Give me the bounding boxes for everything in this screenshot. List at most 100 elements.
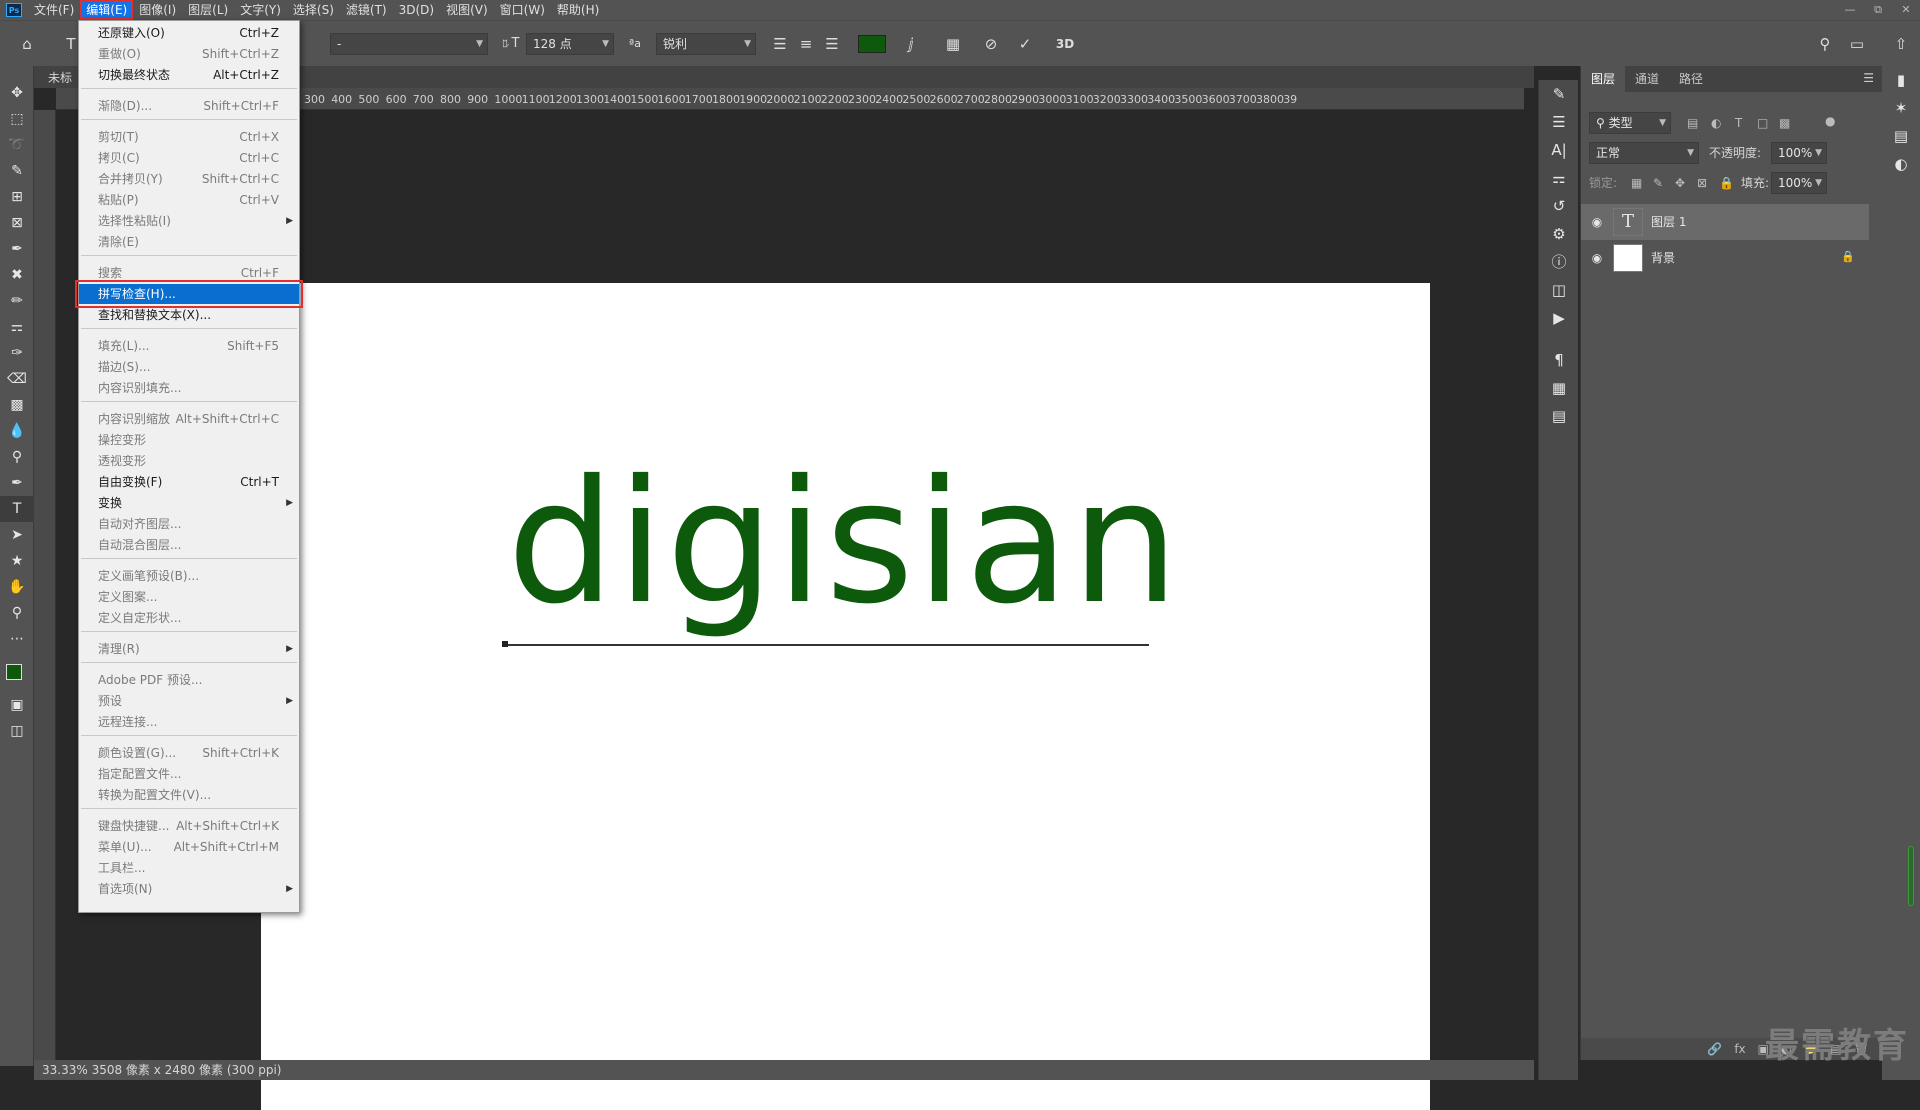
filter-toggle-icon[interactable]: ● [1825,110,1835,132]
menu-item[interactable]: 内容识别填充... [79,378,299,398]
foreground-color-swatch[interactable] [6,664,22,680]
filter-smart-object-icon[interactable]: ▩ [1779,112,1790,134]
menu-item[interactable]: 粘贴(P) Ctrl+V [79,190,299,210]
menu-item[interactable]: 首选项(N) ▶ [79,879,299,899]
document-canvas[interactable]: digisian [261,283,1430,1110]
libraries-icon[interactable]: ▤ [1882,122,1920,150]
hand-tool-icon[interactable]: ✋ [0,574,34,600]
screen-mode-icon[interactable]: ◫ [0,718,34,744]
panel-menu-icon[interactable]: ☰ [1863,71,1874,85]
restore-icon[interactable]: ⧉ [1864,0,1892,20]
color-picker[interactable] [0,652,34,692]
color-icon[interactable]: ◐ [1882,150,1920,178]
menu-4[interactable]: 文字(Y) [234,0,287,20]
fill-input[interactable]: 100% ▼ [1771,172,1827,194]
history-icon[interactable]: ↺ [1539,192,1579,220]
quick-mask-icon[interactable]: ▣ [0,692,34,718]
align-center-icon[interactable]: ≡ [795,33,817,55]
menu-item[interactable]: 搜索 Ctrl+F [79,263,299,283]
menu-item[interactable]: 还原键入(O) Ctrl+Z [79,23,299,43]
character-panel-icon[interactable]: ▦ [942,33,964,55]
menu-item[interactable]: 指定配置文件... [79,764,299,784]
3d-button[interactable]: 3D [1054,33,1076,55]
minimize-icon[interactable]: — [1836,0,1864,20]
panel-tab-0[interactable]: 图层 [1581,66,1626,92]
menu-item[interactable]: 定义画笔预设(B)... [79,566,299,586]
layer-style-icon[interactable]: fx [1734,1038,1745,1060]
commit-icon[interactable]: ✓ [1014,33,1036,55]
pen-tool-icon[interactable]: ✒ [0,470,34,496]
layer-name[interactable]: 图层 1 [1651,213,1686,230]
paragraph-icon[interactable]: ¶ [1539,346,1579,374]
layer-filter-select[interactable]: ⚲ 类型 ▼ [1589,112,1671,134]
filter-pixel-icon[interactable]: ▤ [1687,112,1698,134]
document-tab[interactable]: 未标 [48,69,72,86]
quick-selection-tool-icon[interactable]: ✎ [0,158,34,184]
zoom-tool-icon[interactable]: ⚲ [0,600,34,626]
menu-5[interactable]: 选择(S) [287,0,340,20]
menu-item[interactable]: 透视变形 [79,451,299,471]
menu-item[interactable]: 自动混合图层... [79,535,299,555]
dodge-tool-icon[interactable]: ⚲ [0,444,34,470]
eyedropper-tool-icon[interactable]: ✒ [0,236,34,262]
lock-image-icon[interactable]: ✎ [1653,172,1663,194]
marquee-tool-icon[interactable]: ⬚ [0,106,34,132]
menu-1[interactable]: 编辑(E) [80,0,134,20]
histogram-icon[interactable]: ▮ [1882,66,1920,94]
menu-0[interactable]: 文件(F) [28,0,80,20]
menu-item[interactable]: 合并拷贝(Y) Shift+Ctrl+C [79,169,299,189]
menu-item[interactable]: 颜色设置(G)... Shift+Ctrl+K [79,743,299,763]
antialias-select[interactable]: 锐利 ▼ [656,33,756,55]
filter-type-icon[interactable]: T [1735,112,1742,134]
frame-tool-icon[interactable]: ⊠ [0,210,34,236]
lock-artboard-icon[interactable]: ⊠ [1697,172,1707,194]
filter-shape-icon[interactable]: □ [1757,112,1768,134]
menu-item[interactable]: 拷贝(C) Ctrl+C [79,148,299,168]
lock-all-icon[interactable]: 🔒 [1719,172,1734,194]
character-icon[interactable]: A| [1539,136,1579,164]
menu-item[interactable]: 自由变换(F) Ctrl+T [79,472,299,492]
spell-check-menu-item[interactable]: 拼写检查(H)... [75,280,303,308]
panel-tab-2[interactable]: 路径 [1669,66,1713,92]
menu-item[interactable]: Adobe PDF 预设... [79,670,299,690]
brush-tool-icon[interactable]: ✏ [0,288,34,314]
path-selection-tool-icon[interactable]: ➤ [0,522,34,548]
menu-item[interactable]: 变换 ▶ [79,493,299,513]
menu-item[interactable]: 填充(L)... Shift+F5 [79,336,299,356]
menu-item[interactable]: 查找和替换文本(X)... [79,305,299,325]
move-tool-icon[interactable]: ✥ [0,80,34,106]
cancel-icon[interactable]: ⊘ [980,33,1002,55]
menu-9[interactable]: 窗口(W) [494,0,551,20]
home-icon[interactable]: ⌂ [16,33,38,55]
visibility-eye-icon[interactable]: ◉ [1589,214,1605,230]
menu-item[interactable]: 选择性粘贴(I) ▶ [79,211,299,231]
workspace-icon[interactable]: ▭ [1846,33,1868,55]
menu-item[interactable]: 剪切(T) Ctrl+X [79,127,299,147]
menu-item[interactable]: 内容识别缩放 Alt+Shift+Ctrl+C [79,409,299,429]
search-icon[interactable]: ⚲ [1814,33,1836,55]
layer-comps-icon[interactable]: ▦ [1539,374,1579,402]
menu-item[interactable]: 定义图案... [79,587,299,607]
menu-item[interactable]: 菜单(U)... Alt+Shift+Ctrl+M [79,837,299,857]
type-tool-icon[interactable]: T [0,496,34,522]
actions-play-icon[interactable]: ▶ [1539,304,1579,332]
font-style-select[interactable]: - ▼ [330,33,488,55]
healing-tool-icon[interactable]: ✖ [0,262,34,288]
menu-item[interactable]: 清理(R) ▶ [79,639,299,659]
navigator-icon[interactable]: ✶ [1882,94,1920,122]
blend-mode-select[interactable]: 正常 ▼ [1589,142,1699,164]
channels-icon[interactable]: ◫ [1539,276,1579,304]
text-color-swatch[interactable] [858,35,886,53]
menu-item[interactable]: 描边(S)... [79,357,299,377]
opacity-input[interactable]: 100% ▼ [1771,142,1827,164]
link-layers-icon[interactable]: 🔗 [1707,1038,1722,1060]
blur-tool-icon[interactable]: 💧 [0,418,34,444]
panel-tab-1[interactable]: 通道 [1625,66,1669,92]
info-icon[interactable]: ⓘ [1539,248,1579,276]
menu-item[interactable]: 清除(E) [79,232,299,252]
brush-settings-icon[interactable]: ✎ [1539,80,1579,108]
align-left-icon[interactable]: ☰ [769,33,791,55]
align-right-icon[interactable]: ☰ [821,33,843,55]
lock-transparency-icon[interactable]: ▦ [1631,172,1642,194]
clone-stamp-tool-icon[interactable]: ⚎ [0,314,34,340]
